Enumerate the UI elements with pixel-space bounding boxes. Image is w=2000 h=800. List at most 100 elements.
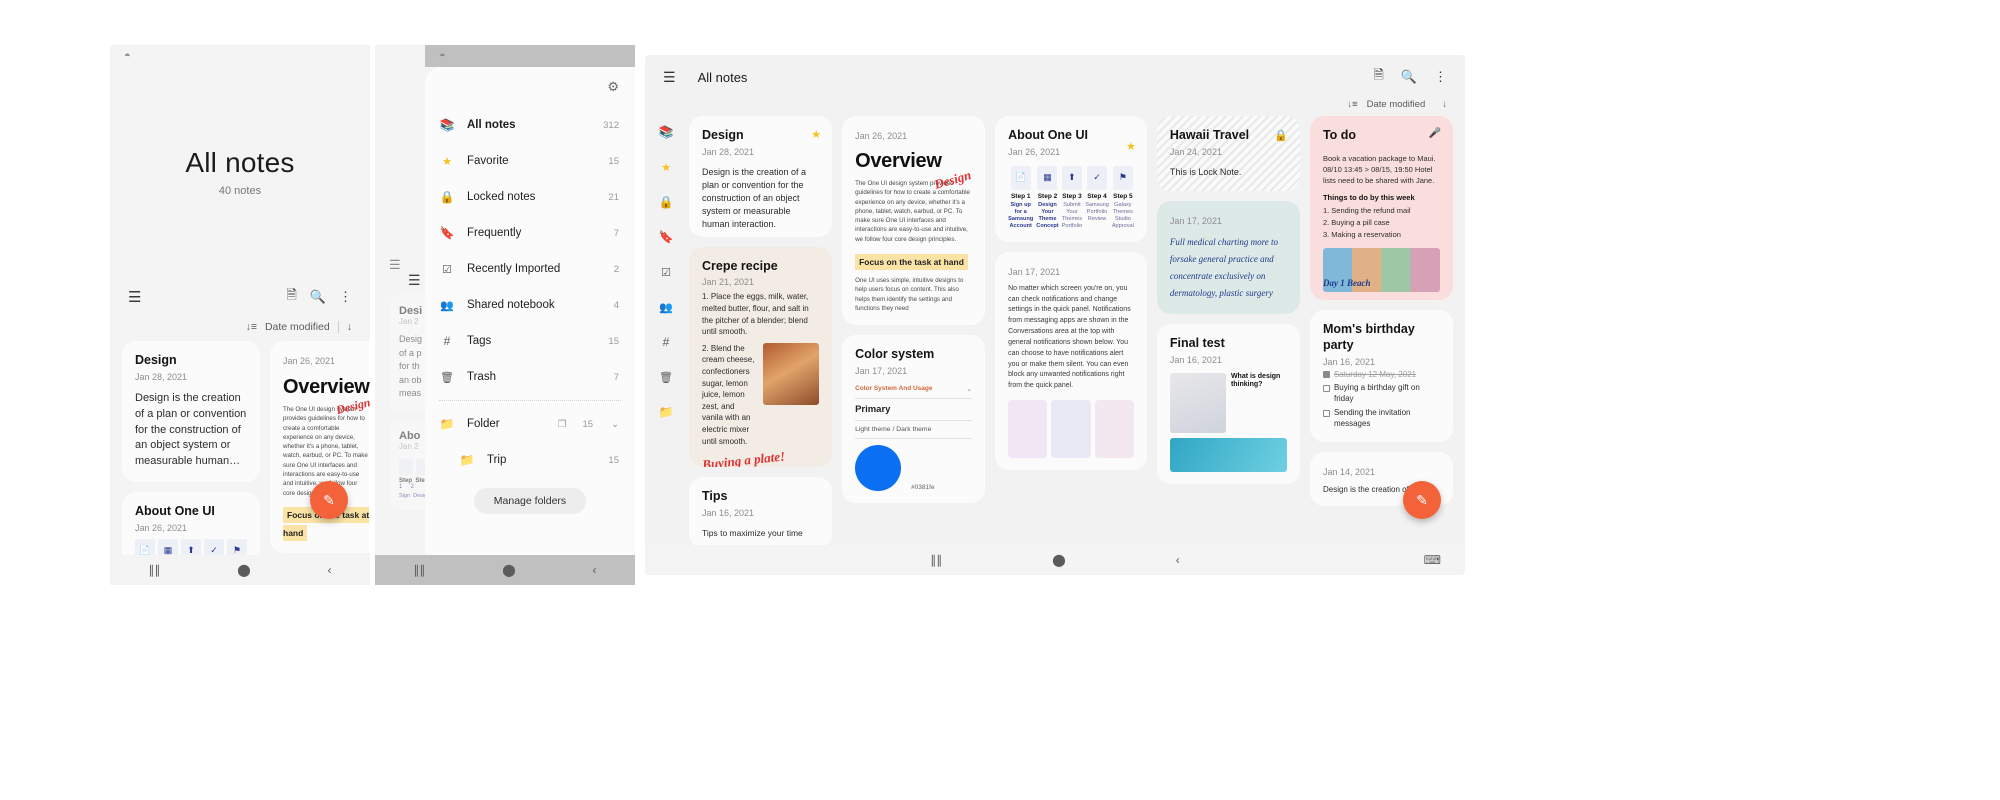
pdf-import-icon[interactable]: 🗎 bbox=[1373, 66, 1383, 88]
wifi-icon: ◓ bbox=[439, 50, 446, 62]
sidebar-item-recently-imported[interactable]: ☑ Recently Imported 2 bbox=[425, 251, 635, 287]
sidebar-item-folder[interactable]: 📁 Folder ❐ 15 ⌄ bbox=[425, 406, 635, 442]
step-icons: 📄 Step 1 Sign up for a Samsung Account ▦… bbox=[1008, 165, 1134, 230]
note-card-color-system[interactable]: Color system Jan 17, 2021 Color System A… bbox=[842, 335, 986, 503]
search-icon[interactable]: 🔍 bbox=[310, 289, 326, 305]
hamburger-icon[interactable]: ☰ bbox=[128, 288, 141, 306]
step-icon-upload: ⬆ bbox=[1061, 165, 1082, 190]
note-grid: Design Jan 28, 2021 ★ Design is the crea… bbox=[687, 116, 1465, 548]
sidebar-item-label: Locked notes bbox=[467, 191, 536, 203]
import-icon[interactable]: ☑ bbox=[658, 264, 674, 280]
sort-bar[interactable]: ↓≡ Date modified ↓ bbox=[645, 99, 1465, 116]
all-notes-icon: 📚 bbox=[439, 118, 455, 132]
all-notes-icon[interactable]: 📚 bbox=[658, 124, 674, 140]
step-desc: Submit Your Themes Portfolio bbox=[1061, 201, 1083, 229]
step-name: Step 2 bbox=[1037, 192, 1058, 200]
note-grid: Design Jan 28, 2021 Design is the creati… bbox=[110, 341, 370, 585]
compose-fab[interactable]: ✎ bbox=[1403, 481, 1441, 519]
manage-folders-button[interactable]: Manage folders bbox=[473, 488, 587, 514]
chevron-down-icon[interactable]: ⌄ bbox=[966, 385, 972, 393]
sidebar-item-count: 4 bbox=[613, 299, 619, 311]
more-vertical-icon[interactable]: ⋮ bbox=[1434, 69, 1447, 85]
home-icon[interactable]: ⬤ bbox=[502, 563, 515, 577]
more-vertical-icon[interactable]: ⋮ bbox=[339, 289, 352, 305]
sidebar-item-trip[interactable]: 📁 Trip 15 bbox=[425, 442, 635, 478]
pdf-import-icon[interactable]: 🗎 bbox=[286, 286, 296, 308]
microphone-icon[interactable]: 🎤 bbox=[1429, 128, 1441, 139]
photo-thumb bbox=[1169, 437, 1287, 472]
note-card-final-test[interactable]: Final test Jan 16, 2021 What is design t… bbox=[1156, 324, 1300, 484]
note-card-tips[interactable]: Tips Jan 16, 2021 Tips to maximize your … bbox=[689, 476, 833, 548]
checklist-item[interactable]: Buying a birthday gift on friday bbox=[1322, 383, 1440, 405]
folder-icon[interactable]: 📁 bbox=[658, 404, 674, 420]
compose-icon: ✎ bbox=[323, 491, 335, 508]
home-icon[interactable]: ⬤ bbox=[237, 563, 250, 577]
sidebar-item-label: Shared notebook bbox=[467, 299, 555, 311]
note-card-quick-panel[interactable]: Jan 17, 2021 No matter which screen you'… bbox=[995, 251, 1147, 471]
hamburger-icon[interactable]: ☰ bbox=[408, 272, 421, 289]
sort-direction-icon[interactable]: ↓ bbox=[1442, 99, 1447, 110]
back-icon[interactable]: ‹ bbox=[1176, 553, 1180, 567]
note-card-todo[interactable]: To do 🎤 Book a vacation package to Maui.… bbox=[1309, 116, 1454, 301]
note-title: Design bbox=[702, 128, 744, 142]
chevron-down-icon[interactable]: ⌄ bbox=[611, 419, 619, 430]
star-icon[interactable]: ★ bbox=[658, 159, 674, 175]
note-card-crepe-recipe[interactable]: Crepe recipe Jan 21, 2021 1. Place the e… bbox=[689, 246, 833, 467]
recents-icon[interactable]: ∥∥ bbox=[148, 563, 160, 577]
note-title: About One UI bbox=[1008, 128, 1088, 142]
bookmark-icon[interactable]: 🔖 bbox=[658, 229, 674, 245]
recents-icon[interactable]: ∥∥ bbox=[413, 563, 425, 577]
sort-bar[interactable]: ↓≡ Date modified ↓ bbox=[110, 317, 370, 341]
lock-icon[interactable]: 🔒 bbox=[658, 194, 674, 210]
sidebar-item-trash[interactable]: 🗑 Trash 7 bbox=[425, 359, 635, 395]
trash-icon[interactable]: 🗑 bbox=[658, 369, 674, 385]
checklist-item[interactable]: Sending the invitation messages bbox=[1322, 408, 1440, 430]
hamburger-icon[interactable]: ☰ bbox=[663, 69, 676, 86]
sidebar-item-tags[interactable]: # Tags 15 bbox=[425, 323, 635, 359]
checkbox-icon[interactable] bbox=[1322, 409, 1330, 417]
checklist-item[interactable]: Saturday 12 May, 2021 bbox=[1322, 370, 1440, 381]
note-card-handwriting[interactable]: Jan 17, 2021 Full medical charting more … bbox=[1156, 200, 1300, 315]
note-date: Jan 28, 2021 bbox=[135, 371, 188, 382]
compose-fab[interactable]: ✎ bbox=[310, 481, 348, 519]
screenshot-stage: ◓ All notes 40 notes ☰ 🗎 🔍 ⋮ ↓≡ Date mod… bbox=[0, 0, 2000, 800]
keyboard-icon[interactable]: ⌨ bbox=[1424, 553, 1441, 567]
checkbox-icon[interactable] bbox=[1322, 384, 1330, 392]
folder-icon: 📁 bbox=[439, 417, 455, 431]
recents-icon[interactable]: ∥∥ bbox=[930, 553, 942, 567]
sidebar-item-favorite[interactable]: ★ Favorite 15 bbox=[425, 143, 635, 179]
note-card-overview[interactable]: Jan 26, 2021 Overview The One UI design … bbox=[270, 341, 370, 553]
people-icon[interactable]: 👥 bbox=[658, 299, 674, 315]
note-body: Design is the creation of a plan or conv… bbox=[702, 166, 807, 229]
back-icon[interactable]: ‹ bbox=[328, 563, 332, 577]
sidebar-item-shared-notebook[interactable]: 👥 Shared notebook 4 bbox=[425, 287, 635, 323]
sidebar-item-locked-notes[interactable]: 🔒 Locked notes 21 bbox=[425, 179, 635, 215]
note-card-about-one-ui[interactable]: About One UI Jan 26, 2021 ★ 📄 Step 1 Sig… bbox=[995, 116, 1147, 242]
tablet-body: 📚 ★ 🔒 🔖 ☑ 👥 # 🗑 📁 Design Jan 28, 2021 ★ bbox=[645, 116, 1465, 548]
search-icon[interactable]: 🔍 bbox=[1401, 69, 1417, 85]
hash-icon[interactable]: # bbox=[658, 334, 674, 350]
checkbox-checked-icon[interactable] bbox=[1322, 371, 1330, 379]
note-card-design[interactable]: Design Jan 28, 2021 ★ Design is the crea… bbox=[689, 116, 833, 237]
gear-icon[interactable]: ⚙ bbox=[607, 79, 619, 95]
screenshot-thumb bbox=[1094, 400, 1134, 459]
note-column-4: Hawaii Travel Jan 24, 2021 🔒 This is Loc… bbox=[1156, 116, 1300, 548]
note-card-overview[interactable]: Jan 26, 2021 Overview The One UI design … bbox=[842, 116, 986, 326]
home-icon[interactable]: ⬤ bbox=[1052, 553, 1065, 567]
note-card-birthday[interactable]: Mom's birthday party Jan 16, 2021 Saturd… bbox=[1309, 310, 1454, 442]
sort-direction-icon[interactable]: ↓ bbox=[347, 321, 352, 333]
phone-all-notes-panel: ◓ All notes 40 notes ☰ 🗎 🔍 ⋮ ↓≡ Date mod… bbox=[110, 45, 370, 585]
note-title: Final test bbox=[1169, 336, 1225, 351]
back-icon[interactable]: ‹ bbox=[593, 563, 597, 577]
sort-icon: ↓≡ bbox=[245, 321, 257, 333]
star-icon[interactable]: ★ bbox=[811, 128, 821, 141]
note-card-design[interactable]: Design Jan 28, 2021 Design is the creati… bbox=[122, 341, 260, 483]
sidebar-item-label: Trash bbox=[467, 371, 496, 383]
sidebar-item-all-notes[interactable]: 📚 All notes 312 bbox=[425, 107, 635, 143]
note-body: Tips to maximize your time bbox=[702, 527, 803, 538]
star-icon[interactable]: ★ bbox=[1126, 140, 1136, 153]
step-icon-phone: ▦ bbox=[1037, 165, 1058, 190]
sidebar-item-frequently[interactable]: 🔖 Frequently 7 bbox=[425, 215, 635, 251]
note-card-hawaii-travel[interactable]: Hawaii Travel Jan 24, 2021 🔒 This is Loc… bbox=[1156, 116, 1300, 191]
drawer-panel: ⚙ 📚 All notes 312 ★ Favorite 15 🔒 Locked… bbox=[425, 67, 635, 562]
